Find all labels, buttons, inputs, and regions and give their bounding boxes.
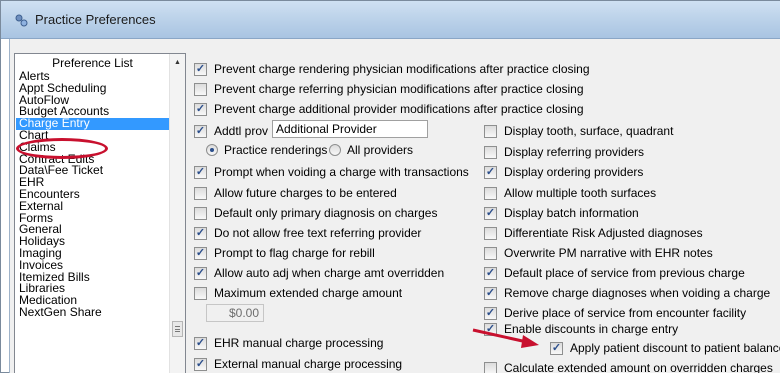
option-auto-adj[interactable]: ✓ Allow auto adj when charge amt overrid… (194, 266, 444, 280)
option-label: Allow auto adj when charge amt overridde… (214, 266, 445, 280)
option-display-tooth[interactable]: Display tooth, surface, quadrant (484, 124, 673, 138)
radio-label: Practice renderings (224, 143, 328, 157)
checkbox[interactable]: ✓ (194, 266, 207, 280)
radio-button[interactable] (329, 144, 341, 156)
checkbox[interactable] (484, 124, 497, 138)
option-label: Display tooth, surface, quadrant (504, 124, 674, 138)
option-label: Display referring providers (504, 145, 645, 159)
option-label: Default place of service from previous c… (504, 266, 745, 280)
option-label: Prevent charge rendering physician modif… (214, 62, 590, 76)
option-calculate-extended[interactable]: Calculate extended amount on overridden … (484, 361, 773, 373)
radio-button[interactable] (206, 144, 218, 156)
option-label: Differentiate Risk Adjusted diagnoses (504, 226, 703, 240)
radio-label: All providers (347, 143, 414, 157)
option-label: Allow future charges to be entered (214, 186, 397, 200)
checkbox[interactable]: ✓ (194, 226, 207, 240)
title-bar: Practice Preferences (1, 1, 780, 39)
option-risk-adjusted[interactable]: Differentiate Risk Adjusted diagnoses (484, 226, 703, 240)
option-allow-future[interactable]: Allow future charges to be entered (194, 186, 397, 200)
preference-list-items: Alerts Appt Scheduling AutoFlow Budget Acco… (16, 70, 170, 319)
addtl-prov-input[interactable]: Additional Provider (272, 120, 428, 138)
checkbox[interactable] (194, 206, 207, 220)
option-prevent-additional[interactable]: ✓ Prevent charge additional provider mod… (194, 102, 584, 116)
option-label: Maximum extended charge amount (214, 286, 403, 300)
checkbox[interactable] (194, 286, 207, 300)
option-label: External manual charge processing (214, 357, 403, 371)
checkbox[interactable]: ✓ (194, 124, 207, 138)
scroll-up-icon[interactable]: ▲ (174, 59, 181, 66)
checkbox[interactable]: ✓ (194, 102, 207, 116)
option-display-ordering[interactable]: ✓ Display ordering providers (484, 165, 643, 179)
radio-practice-renderings[interactable]: Practice renderings (206, 143, 327, 157)
scroll-thumb[interactable] (172, 321, 183, 337)
checkbox[interactable]: ✓ (484, 306, 497, 320)
option-multiple-tooth[interactable]: Allow multiple tooth surfaces (484, 186, 656, 200)
option-label: Prompt to flag charge for rebill (214, 246, 375, 260)
window-title: Practice Preferences (35, 12, 156, 27)
option-label: Overwrite PM narrative with EHR notes (504, 246, 713, 260)
highlight-circle (16, 138, 108, 159)
option-apply-patient-discount[interactable]: ✓ Apply patient discount to patient bala… (550, 341, 780, 355)
checkbox[interactable]: ✓ (194, 165, 207, 179)
option-overwrite-narrative[interactable]: Overwrite PM narrative with EHR notes (484, 246, 713, 260)
option-label: Prompt when voiding a charge with transa… (214, 165, 469, 179)
option-display-referring[interactable]: Display referring providers (484, 145, 644, 159)
list-item[interactable]: NextGen Share (16, 306, 170, 319)
option-label: Prevent charge referring physician modif… (214, 82, 584, 96)
option-derive-pos[interactable]: ✓ Derive place of service from encounter… (484, 306, 746, 320)
max-amount-input[interactable]: $0.00 (206, 304, 264, 322)
radio-all-providers[interactable]: All providers (329, 143, 413, 157)
option-label: Default only primary diagnosis on charge… (214, 206, 438, 220)
checkbox[interactable] (194, 186, 207, 200)
checkbox[interactable]: ✓ (484, 165, 497, 179)
option-label: Display ordering providers (504, 165, 644, 179)
preference-list[interactable]: Preference List Alerts Appt Scheduling Aut… (14, 53, 186, 373)
checkbox[interactable] (484, 186, 497, 200)
option-prevent-referring[interactable]: Prevent charge referring physician modif… (194, 82, 584, 96)
option-label: Addtl prov (214, 124, 269, 138)
option-addtl-prov[interactable]: ✓ Addtl prov (194, 124, 268, 138)
checkbox[interactable]: ✓ (484, 206, 497, 220)
checkbox[interactable] (194, 82, 207, 96)
preferences-panel: Preference List Alerts Appt Scheduling Aut… (9, 39, 780, 373)
checkbox[interactable] (484, 361, 497, 373)
checkbox[interactable]: ✓ (194, 62, 207, 76)
option-label: Remove charge diagnoses when voiding a c… (504, 286, 771, 300)
window: Practice Preferences Preference List Ale… (0, 0, 780, 373)
option-remove-diagnoses[interactable]: ✓ Remove charge diagnoses when voiding a… (484, 286, 770, 300)
option-prevent-rendering[interactable]: ✓ Prevent charge rendering physician mod… (194, 62, 590, 76)
option-free-text-referring[interactable]: ✓ Do not allow free text referring provi… (194, 226, 421, 240)
option-prompt-voiding[interactable]: ✓ Prompt when voiding a charge with tran… (194, 165, 469, 179)
checkbox[interactable]: ✓ (484, 286, 497, 300)
option-label: Calculate extended amount on overridden … (504, 361, 773, 373)
scrollbar[interactable]: ▲ (169, 54, 185, 373)
option-label: Display batch information (504, 206, 639, 220)
option-label: Prevent charge additional provider modif… (214, 102, 584, 116)
option-ehr-manual[interactable]: ✓ EHR manual charge processing (194, 336, 383, 350)
option-external-manual[interactable]: ✓ External manual charge processing (194, 357, 402, 371)
option-label: Allow multiple tooth surfaces (504, 186, 657, 200)
arrow-icon (472, 328, 539, 348)
option-flag-rebill[interactable]: ✓ Prompt to flag charge for rebill (194, 246, 375, 260)
grip-icon (175, 326, 180, 332)
option-label: Apply patient discount to patient balanc… (570, 341, 780, 355)
checkbox[interactable] (484, 246, 497, 260)
checkbox[interactable] (484, 145, 497, 159)
gear-icon (15, 14, 28, 27)
option-label: Derive place of service from encounter f… (504, 306, 747, 320)
option-label: Do not allow free text referring provide… (214, 226, 422, 240)
preference-list-header: Preference List (52, 56, 133, 70)
checkbox[interactable]: ✓ (194, 246, 207, 260)
option-primary-diagnosis[interactable]: Default only primary diagnosis on charge… (194, 206, 437, 220)
checkbox[interactable] (484, 226, 497, 240)
checkbox[interactable]: ✓ (194, 357, 207, 371)
option-default-pos[interactable]: ✓ Default place of service from previous… (484, 266, 745, 280)
option-batch-info[interactable]: ✓ Display batch information (484, 206, 639, 220)
checkbox[interactable]: ✓ (550, 341, 563, 355)
checkbox[interactable]: ✓ (484, 266, 497, 280)
option-max-extended[interactable]: Maximum extended charge amount (194, 286, 402, 300)
option-label: EHR manual charge processing (214, 336, 384, 350)
checkbox[interactable]: ✓ (194, 336, 207, 350)
